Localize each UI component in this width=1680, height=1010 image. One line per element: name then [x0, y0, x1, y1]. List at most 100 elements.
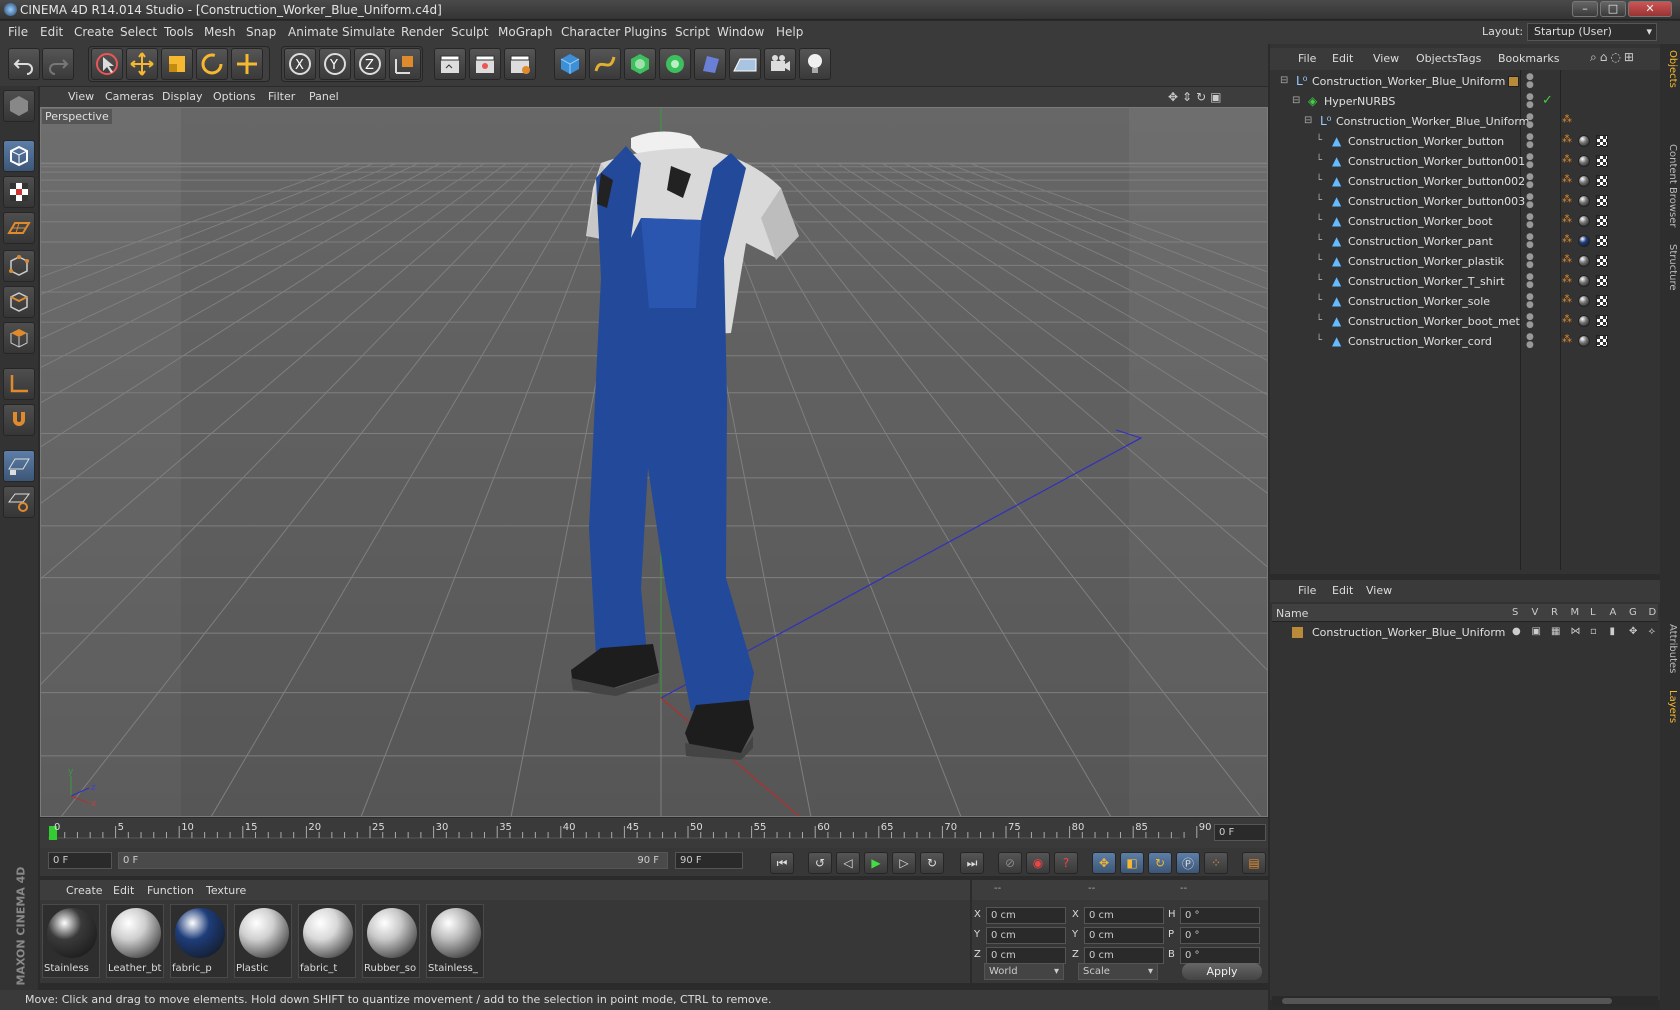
- texture-tag-icon[interactable]: [1596, 175, 1608, 187]
- object-row[interactable]: ⊟ ◈ HyperNURBS ● ● ✓: [1272, 92, 1662, 112]
- material-menu-edit[interactable]: Edit: [113, 884, 134, 897]
- frame-range-slider[interactable]: 0 F 90 F: [118, 852, 668, 869]
- coord-value-field[interactable]: 0 cm: [1084, 927, 1164, 944]
- visibility-dots-icon[interactable]: ● ●: [1526, 313, 1534, 330]
- coord-value-field[interactable]: 0 cm: [986, 907, 1066, 924]
- timeline-window-button[interactable]: ▤: [1242, 852, 1266, 874]
- viewport-menu-panel[interactable]: Panel: [309, 90, 339, 103]
- visibility-dots-icon[interactable]: ● ●: [1526, 273, 1534, 290]
- key-position-button[interactable]: ✥: [1092, 852, 1116, 874]
- object-row[interactable]: └ ▲ Construction_Worker_pant ● ● ⁂: [1272, 232, 1662, 252]
- material-tag-icon[interactable]: [1578, 295, 1590, 307]
- coord-value-field[interactable]: 0 °: [1180, 947, 1260, 964]
- last-tool-button[interactable]: [231, 48, 263, 80]
- end-frame-field[interactable]: 90 F: [675, 852, 743, 869]
- coord-value-field[interactable]: 0 cm: [986, 947, 1066, 964]
- minimize-button[interactable]: –: [1572, 1, 1598, 17]
- phong-tag-icon[interactable]: ⁂: [1562, 234, 1572, 245]
- texture-tag-icon[interactable]: [1596, 335, 1608, 347]
- visibility-dots-icon[interactable]: ● ●: [1526, 113, 1534, 130]
- visibility-dots-icon[interactable]: ● ●: [1526, 193, 1534, 210]
- texture-tag-icon[interactable]: [1596, 295, 1608, 307]
- phong-tag-icon[interactable]: ⁂: [1562, 194, 1572, 205]
- manager-icon[interactable]: ⋈: [1571, 626, 1581, 637]
- viewport-nav-icons[interactable]: ✥⇕↻▣: [1168, 90, 1226, 104]
- record-keys-button[interactable]: ⊘: [998, 852, 1022, 874]
- visible-render-icon[interactable]: ▦: [1551, 626, 1560, 637]
- object-row[interactable]: ⊟ L⁰ Construction_Worker_Blue_Uniform ● ● ⁂: [1272, 112, 1662, 132]
- visibility-dots-icon[interactable]: ● ●: [1526, 73, 1534, 90]
- viewport-menu-options[interactable]: Options: [213, 90, 255, 103]
- animation-icon[interactable]: ▮: [1610, 626, 1616, 637]
- prev-frame-button[interactable]: ◁: [836, 852, 860, 874]
- coord-value-field[interactable]: 0 °: [1180, 907, 1260, 924]
- scene-button[interactable]: [729, 48, 761, 80]
- autokey-button[interactable]: ◉: [1026, 852, 1050, 874]
- perspective-viewport[interactable]: y z x: [40, 107, 1268, 817]
- array-button[interactable]: [659, 48, 691, 80]
- phong-tag-icon[interactable]: ⁂: [1562, 114, 1572, 125]
- texture-mode-button[interactable]: [3, 176, 35, 208]
- phong-tag-icon[interactable]: ⁂: [1562, 294, 1572, 305]
- workplane-mode-button[interactable]: [3, 212, 35, 244]
- object-row[interactable]: └ ▲ Construction_Worker_boot ● ● ⁂: [1272, 212, 1662, 232]
- material-menu-create[interactable]: Create: [66, 884, 103, 897]
- render-view-button[interactable]: [434, 48, 466, 80]
- menu-window[interactable]: Window: [717, 25, 764, 39]
- make-editable-button[interactable]: [3, 90, 35, 122]
- layer-menu-edit[interactable]: Edit: [1332, 584, 1353, 597]
- generators-icon[interactable]: ✥: [1629, 626, 1637, 637]
- menu-simulate[interactable]: Simulate: [342, 25, 395, 39]
- material-tag-icon[interactable]: [1578, 335, 1590, 347]
- menu-select[interactable]: Select: [120, 25, 157, 39]
- axis-mode-button[interactable]: [3, 368, 35, 400]
- material-swatch[interactable]: fabric_t: [298, 904, 356, 978]
- menu-mesh[interactable]: Mesh: [204, 25, 236, 39]
- camera-button[interactable]: [764, 48, 796, 80]
- deformer-button[interactable]: [694, 48, 726, 80]
- tab-attributes[interactable]: Attributes: [1662, 624, 1678, 673]
- rotate-button[interactable]: [196, 48, 228, 80]
- light-button[interactable]: [799, 48, 831, 80]
- menu-mograph[interactable]: MoGraph: [498, 25, 553, 39]
- prev-key-button[interactable]: ↺: [808, 852, 832, 874]
- material-swatch[interactable]: Stainless: [42, 904, 100, 978]
- keyframe-selection-button[interactable]: ?: [1054, 852, 1078, 874]
- tab-content-browser[interactable]: Content Browser: [1662, 144, 1678, 227]
- coord-value-field[interactable]: 0 cm: [1084, 947, 1164, 964]
- layer-menu-file[interactable]: File: [1298, 584, 1316, 597]
- undo-button[interactable]: [8, 48, 40, 80]
- material-swatch[interactable]: fabric_p: [170, 904, 228, 978]
- viewport-menu-view[interactable]: View: [68, 90, 94, 103]
- coord-value-field[interactable]: 0 cm: [1084, 907, 1164, 924]
- object-row[interactable]: └ ▲ Construction_Worker_cord ● ● ⁂: [1272, 332, 1662, 352]
- layer-column-header[interactable]: L: [1590, 607, 1596, 618]
- spline-button[interactable]: [589, 48, 621, 80]
- phong-tag-icon[interactable]: ⁂: [1562, 154, 1572, 165]
- menu-animate[interactable]: Animate: [288, 25, 338, 39]
- material-tag-icon[interactable]: [1578, 195, 1590, 207]
- viewport-menu-display[interactable]: Display: [162, 90, 203, 103]
- phong-tag-icon[interactable]: ⁂: [1562, 254, 1572, 265]
- tab-objects[interactable]: Objects: [1662, 50, 1678, 88]
- layer-column-header[interactable]: M: [1571, 607, 1580, 618]
- menu-create[interactable]: Create: [74, 25, 114, 39]
- maximize-button[interactable]: □: [1600, 1, 1626, 17]
- phong-tag-icon[interactable]: ⁂: [1562, 214, 1572, 225]
- goto-start-button[interactable]: ⏮: [770, 852, 794, 874]
- coord-value-field[interactable]: 0 cm: [986, 927, 1066, 944]
- object-row[interactable]: └ ▲ Construction_Worker_button ● ● ⁂: [1272, 132, 1662, 152]
- texture-tag-icon[interactable]: [1596, 215, 1608, 227]
- cube-button[interactable]: [554, 48, 586, 80]
- menu-snap[interactable]: Snap: [246, 25, 276, 39]
- layer-column-header[interactable]: D: [1649, 607, 1657, 618]
- solo-icon[interactable]: ●: [1512, 626, 1521, 637]
- polygons-mode-button[interactable]: [3, 322, 35, 354]
- texture-tag-icon[interactable]: [1596, 275, 1608, 287]
- viewport-menu-cameras[interactable]: Cameras: [105, 90, 154, 103]
- object-menu-view[interactable]: View: [1373, 52, 1399, 65]
- object-row[interactable]: └ ▲ Construction_Worker_T_shirt ● ● ⁂: [1272, 272, 1662, 292]
- menu-script[interactable]: Script: [675, 25, 710, 39]
- collapse-icon[interactable]: ⊟: [1280, 75, 1288, 86]
- key-scale-button[interactable]: ◧: [1120, 852, 1144, 874]
